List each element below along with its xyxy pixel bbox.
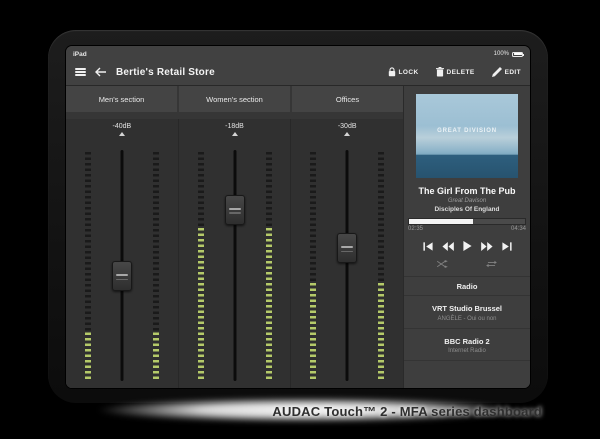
app-screen: iPad 100% Bertie's Retail Store bbox=[66, 46, 530, 388]
previous-track-button[interactable] bbox=[423, 242, 433, 251]
header-bar: Bertie's Retail Store LOCK DELETE bbox=[66, 59, 530, 85]
device-label: iPad bbox=[73, 51, 87, 58]
lock-label: LOCK bbox=[399, 69, 419, 76]
pencil-icon bbox=[492, 67, 502, 77]
progress-fill bbox=[409, 219, 473, 224]
main-area: Men's section Women's section Offices -4… bbox=[66, 86, 530, 388]
next-track-button[interactable] bbox=[502, 242, 512, 251]
fader-area bbox=[66, 143, 178, 388]
repeat-button[interactable] bbox=[486, 260, 497, 268]
album-art: GREAT DIVISION bbox=[416, 94, 518, 178]
level-meter bbox=[378, 152, 384, 379]
track-artist: Great Davison bbox=[404, 198, 530, 204]
rewind-button[interactable] bbox=[442, 242, 454, 251]
fader-zone: -40dB -18dB bbox=[66, 119, 403, 388]
level-readout: -40dB bbox=[66, 119, 178, 143]
level-readout: -30dB bbox=[291, 119, 403, 143]
total-time: 04:34 bbox=[511, 226, 526, 232]
fader-handle[interactable] bbox=[225, 195, 245, 225]
lock-icon bbox=[388, 67, 396, 77]
station-name: BBC Radio 2 bbox=[406, 337, 528, 346]
battery-area: 100% bbox=[494, 51, 523, 57]
shuffle-button[interactable] bbox=[437, 260, 448, 268]
progress-bar[interactable] bbox=[408, 218, 526, 225]
player-panel: GREAT DIVISION The Girl From The Pub Gre… bbox=[403, 86, 530, 388]
level-value: -18dB bbox=[179, 123, 291, 130]
arrow-up-icon bbox=[119, 132, 125, 136]
delete-button[interactable]: DELETE bbox=[436, 67, 475, 77]
station-bbc-radio-2[interactable]: BBC Radio 2 Internet Radio bbox=[404, 329, 530, 362]
battery-percent: 100% bbox=[494, 51, 509, 57]
radio-section-header: Radio bbox=[404, 276, 530, 296]
track-title: The Girl From The Pub bbox=[404, 186, 530, 196]
zone-offices[interactable]: Offices bbox=[292, 86, 403, 112]
arrow-up-icon bbox=[344, 132, 350, 136]
elapsed-time: 02:35 bbox=[408, 226, 423, 232]
battery-icon bbox=[512, 52, 523, 57]
station-now-playing: ANGÈLE - Oui ou non bbox=[406, 316, 528, 322]
fader-area bbox=[179, 143, 291, 388]
station-name: VRT Studio Brussel bbox=[406, 304, 528, 313]
fader-track[interactable] bbox=[346, 150, 349, 381]
time-row: 02:35 04:34 bbox=[404, 225, 530, 232]
status-bar: iPad 100% bbox=[66, 46, 530, 59]
level-meter bbox=[153, 152, 159, 379]
play-icon bbox=[463, 241, 472, 251]
page-title: Bertie's Retail Store bbox=[116, 67, 215, 78]
shuffle-icon bbox=[437, 260, 448, 268]
tablet-frame: iPad 100% Bertie's Retail Store bbox=[48, 30, 548, 403]
mixer-section: Men's section Women's section Offices -4… bbox=[66, 86, 403, 388]
menu-icon[interactable] bbox=[75, 68, 86, 76]
top-chrome: iPad 100% Bertie's Retail Store bbox=[66, 46, 530, 86]
fader-handle[interactable] bbox=[337, 233, 357, 263]
zone-mens-section[interactable]: Men's section bbox=[66, 86, 177, 112]
level-meter bbox=[310, 152, 316, 379]
back-button[interactable] bbox=[95, 67, 107, 77]
zone-womens-section[interactable]: Women's section bbox=[179, 86, 290, 112]
mode-controls bbox=[404, 260, 530, 268]
level-meter bbox=[85, 152, 91, 379]
fast-forward-icon bbox=[481, 242, 493, 251]
back-arrow-icon bbox=[95, 67, 107, 77]
fader-handle[interactable] bbox=[112, 261, 132, 291]
fader-area bbox=[291, 143, 403, 388]
image-caption: AUDAC Touch™ 2 - MFA series dashboard bbox=[272, 404, 542, 419]
level-value: -30dB bbox=[291, 123, 403, 130]
repeat-icon bbox=[486, 260, 497, 268]
fast-forward-button[interactable] bbox=[481, 242, 493, 251]
station-now-playing: Internet Radio bbox=[406, 348, 528, 354]
arrow-up-icon bbox=[232, 132, 238, 136]
level-value: -40dB bbox=[66, 123, 178, 130]
track-album: Disciples Of England bbox=[404, 206, 530, 213]
play-button[interactable] bbox=[463, 241, 472, 251]
fader-track[interactable] bbox=[233, 150, 236, 381]
channel-offices: -30dB bbox=[290, 119, 403, 388]
channel-headers: Men's section Women's section Offices bbox=[66, 86, 403, 112]
level-meter bbox=[266, 152, 272, 379]
album-art-caption: GREAT DIVISION bbox=[416, 128, 518, 134]
channel-mens-section: -40dB bbox=[66, 119, 178, 388]
next-icon bbox=[502, 242, 512, 251]
rewind-icon bbox=[442, 242, 454, 251]
delete-label: DELETE bbox=[447, 69, 475, 76]
lock-button[interactable]: LOCK bbox=[388, 67, 419, 77]
previous-icon bbox=[423, 242, 433, 251]
channel-womens-section: -18dB bbox=[178, 119, 291, 388]
level-meter bbox=[198, 152, 204, 379]
level-readout: -18dB bbox=[179, 119, 291, 143]
station-vrt-studio-brussel[interactable]: VRT Studio Brussel ANGÈLE - Oui ou non bbox=[404, 296, 530, 329]
edit-button[interactable]: EDIT bbox=[492, 67, 521, 77]
transport-controls bbox=[404, 241, 530, 251]
edit-label: EDIT bbox=[505, 69, 521, 76]
trash-icon bbox=[436, 67, 444, 77]
